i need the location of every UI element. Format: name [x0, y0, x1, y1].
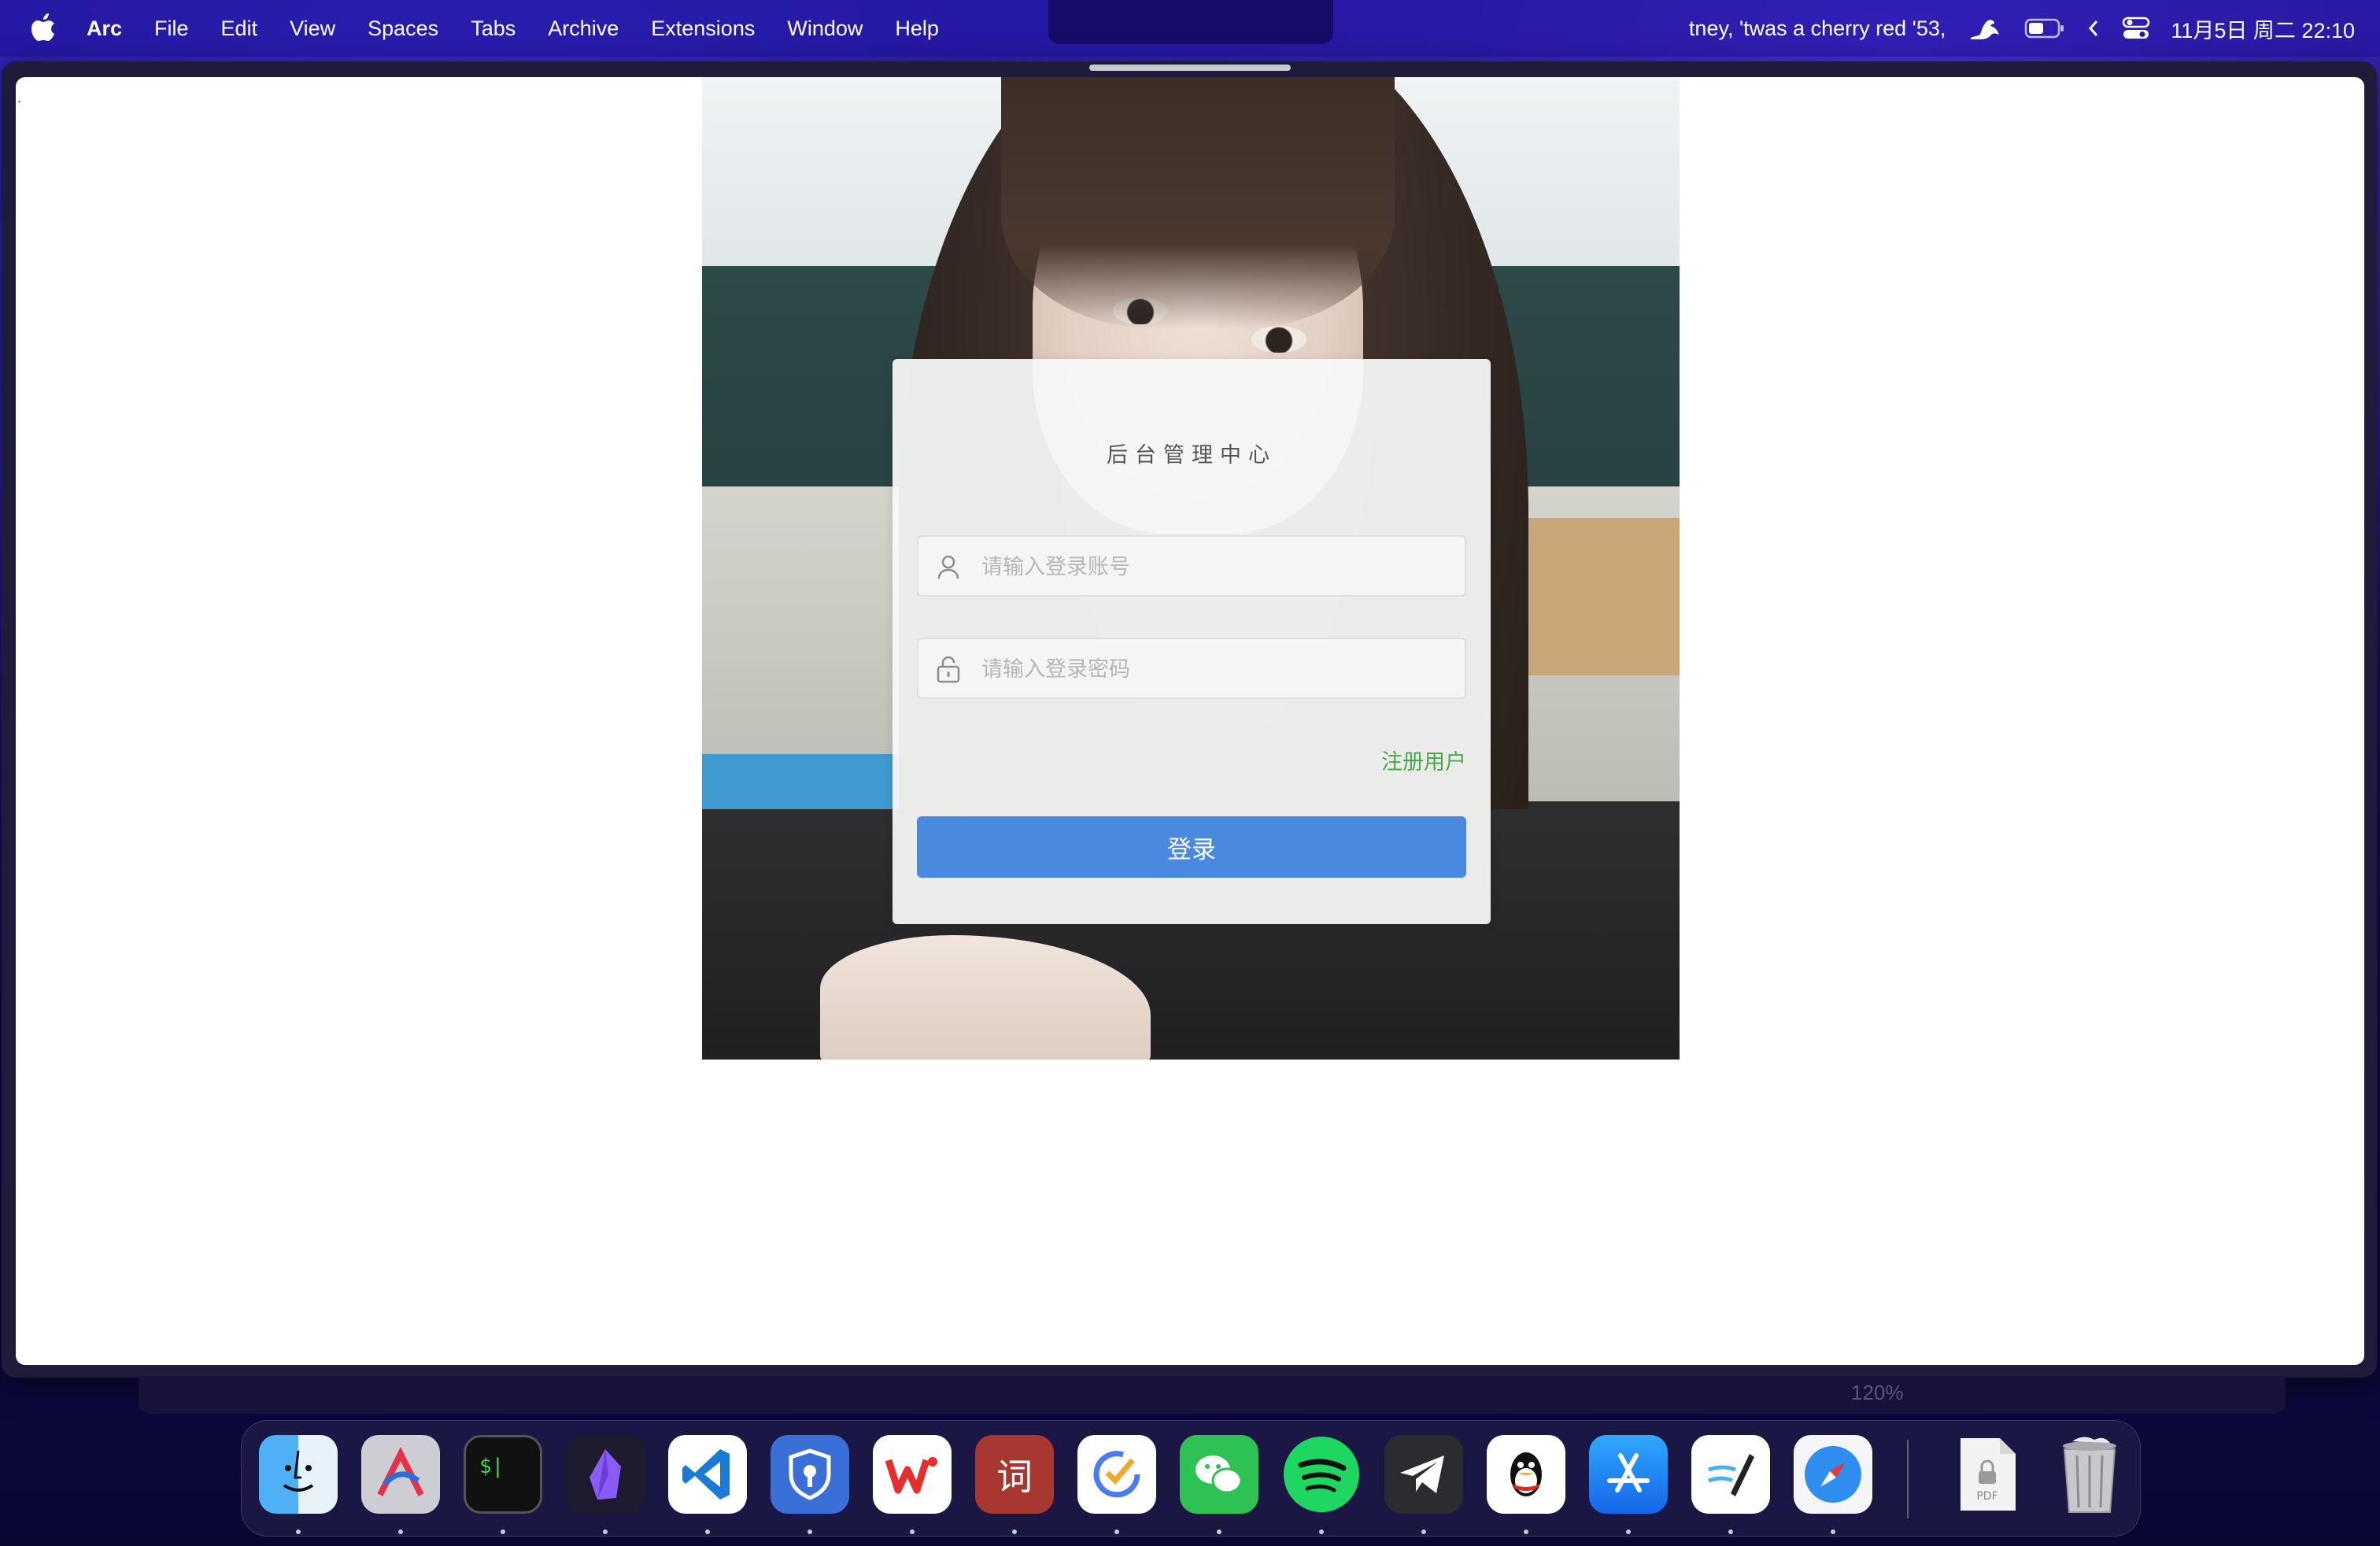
dock: $| 词 PDF [241, 1420, 2141, 1537]
menu-window[interactable]: Window [787, 17, 863, 41]
window-grab-handle[interactable] [1089, 65, 1291, 71]
dictionary-icon[interactable]: 词 [975, 1435, 1054, 1514]
terminal-icon[interactable]: $| [464, 1435, 542, 1514]
battery-icon[interactable] [2024, 17, 2065, 39]
pdf-file-icon[interactable]: PDF [1948, 1435, 2027, 1514]
login-panel: 后台管理中心 注册用户 登录 [893, 359, 1491, 924]
user-icon [934, 553, 963, 581]
freeform-icon[interactable] [1691, 1435, 1770, 1514]
affinity-icon[interactable] [361, 1435, 440, 1514]
ticktick-icon[interactable] [1077, 1435, 1156, 1514]
window-footer-strip: 120% [139, 1376, 2286, 1414]
wechat-icon[interactable] [1180, 1435, 1258, 1514]
obsidian-icon[interactable] [566, 1435, 645, 1514]
menu-app-name[interactable]: Arc [87, 17, 122, 41]
camera-notch [1048, 0, 1333, 44]
chevron-left-icon[interactable] [2086, 17, 2101, 39]
password-input[interactable] [980, 639, 1455, 699]
menu-bar: Arc File Edit View Spaces Tabs Archive E… [0, 0, 2380, 57]
menu-spaces[interactable]: Spaces [368, 17, 438, 41]
account-field[interactable] [917, 535, 1466, 597]
appstore-icon[interactable] [1589, 1435, 1668, 1514]
account-input[interactable] [980, 537, 1455, 597]
menu-edit[interactable]: Edit [221, 17, 258, 41]
wps-icon[interactable] [873, 1435, 952, 1514]
dock-separator [1907, 1440, 1909, 1518]
lock-icon [934, 655, 963, 683]
bitwarden-icon[interactable] [771, 1435, 849, 1514]
finder-icon[interactable] [259, 1435, 338, 1514]
spotify-icon[interactable] [1282, 1435, 1361, 1514]
menu-extensions[interactable]: Extensions [651, 17, 755, 41]
login-title: 后台管理中心 [1107, 443, 1277, 468]
telegram-icon[interactable] [1384, 1435, 1463, 1514]
menu-view[interactable]: View [290, 17, 335, 41]
menubar-clock[interactable]: 11月5日 周二 22:10 [2171, 13, 2355, 44]
menu-file[interactable]: File [154, 17, 189, 41]
svg-text:$|: $| [479, 1455, 504, 1478]
qq-icon[interactable] [1487, 1435, 1565, 1514]
menu-help[interactable]: Help [895, 17, 939, 41]
safari-icon[interactable] [1794, 1435, 1872, 1514]
music-app-icon[interactable] [1966, 14, 2004, 43]
web-content: . 后台管理中心 注册用户 登录 [16, 77, 2364, 1365]
login-button[interactable]: 登录 [917, 816, 1466, 878]
password-field[interactable] [917, 638, 1466, 699]
now-playing-text[interactable]: tney, 'twas a cherry red '53, [1689, 17, 1946, 41]
register-link[interactable]: 注册用户 [1381, 745, 1466, 775]
apple-menu-icon[interactable] [30, 13, 57, 44]
trash-icon[interactable] [2050, 1435, 2129, 1514]
vscode-icon[interactable] [668, 1435, 747, 1514]
control-center-icon[interactable] [2122, 16, 2150, 41]
zoom-level[interactable]: 120% [1851, 1381, 1904, 1405]
stray-text-dot: . [17, 90, 22, 105]
menu-tabs[interactable]: Tabs [471, 17, 516, 41]
menu-archive[interactable]: Archive [548, 17, 619, 41]
